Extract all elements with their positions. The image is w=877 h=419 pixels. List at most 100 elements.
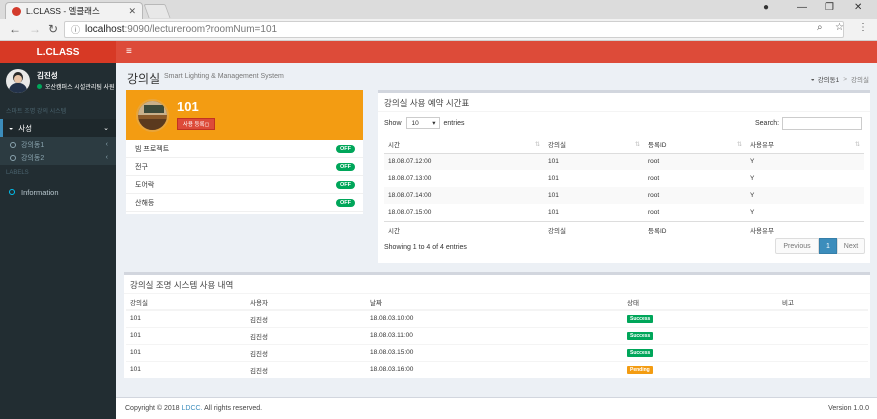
table-cell: root xyxy=(648,175,660,182)
device-row: 산해등 OFF xyxy=(126,194,363,212)
column-header[interactable]: 강의실 ⇅ xyxy=(544,136,644,154)
table-cell: 101 xyxy=(126,360,246,378)
copyright-text: Copyright © 2018 xyxy=(125,405,180,412)
device-row: 빔 프로젝트 OFF xyxy=(126,140,363,158)
table-cell: 18.08.03.15:00 xyxy=(366,343,623,361)
schedule-title: 강의실 사용 예약 시간표 xyxy=(384,98,470,108)
chevron-down-icon: ▾ xyxy=(432,120,436,127)
table-cell: 18.08.03.16:00 xyxy=(366,360,623,378)
device-toggle[interactable]: OFF xyxy=(336,144,355,153)
footer-cell: 등록ID xyxy=(644,220,746,238)
bookmark-star-icon[interactable]: ☆ xyxy=(835,22,844,33)
column-header: 강의실 xyxy=(126,295,246,311)
table-row: 18.08.07.12:00 101 root Y xyxy=(384,153,864,170)
room-number: 101 xyxy=(177,99,199,114)
device-row: 도어락 OFF xyxy=(126,176,363,194)
close-tab-icon[interactable]: ✕ xyxy=(128,6,136,17)
table-cell: 김진성 xyxy=(246,360,366,378)
company-link[interactable]: LDCC. xyxy=(182,405,203,412)
table-header-row: 강의실 사용자 날짜 상태 비고 xyxy=(126,295,868,311)
table-cell: 101 xyxy=(126,326,246,344)
table-row: 101 김진성 18.08.03.16:00 Pending xyxy=(126,360,868,378)
user-name: 김진성 xyxy=(37,71,58,80)
close-window-icon[interactable]: ✕ xyxy=(854,2,862,13)
table-cell: 18.08.07.12:00 xyxy=(388,158,432,166)
room-widget: 101 사용 등록◻ 빔 프로젝트 OFF 전구 OFF 도어락 OFF 산해등… xyxy=(126,90,363,214)
zoom-icon[interactable]: ⌕ xyxy=(817,22,823,33)
online-status-icon xyxy=(37,84,42,89)
table-header-row: 시간 ⇅ 강의실 ⇅ 등록ID ⇅ 사용유무 ⇅ xyxy=(384,136,864,154)
table-cell: root xyxy=(648,192,660,199)
book-room-button[interactable]: 사용 등록◻ xyxy=(177,118,215,130)
page-footer: Copyright © 2018 LDCC. All rights reserv… xyxy=(116,397,877,419)
back-icon[interactable]: ← xyxy=(9,22,21,36)
breadcrumb-separator: > xyxy=(843,75,848,83)
url-input[interactable]: ⓘ localhost :9090/lectureroom?roomNum=10… xyxy=(64,21,844,38)
device-toggle[interactable]: OFF xyxy=(336,180,355,189)
browser-tab-strip: L.CLASS - 엘클래스 ✕ ● — ❐ ✕ xyxy=(0,0,877,19)
logo[interactable]: L.CLASS xyxy=(0,41,116,63)
history-box: 강의실 조명 시스템 사용 내역 강의실 사용자 날짜 상태 비고 101 김진… xyxy=(124,272,870,378)
search-control: Search: xyxy=(755,117,863,130)
sidebar-subitem[interactable]: 강의동2 ‹ xyxy=(0,151,116,164)
menu-kebab-icon[interactable]: ⋮ xyxy=(858,22,868,33)
column-header: 사용자 xyxy=(246,295,366,311)
dashboard-icon: ◒ xyxy=(9,124,14,132)
table-cell xyxy=(778,326,868,344)
search-label: Search: xyxy=(755,120,780,127)
table-cell: Y xyxy=(750,175,755,182)
table-cell: Success xyxy=(623,309,778,327)
column-header[interactable]: 사용유무 ⇅ xyxy=(746,136,864,154)
table-cell xyxy=(778,343,868,361)
device-row: 전구 OFF xyxy=(126,158,363,176)
chevron-down-icon: ⌄ xyxy=(103,125,109,132)
device-toggle[interactable]: OFF xyxy=(336,198,355,207)
page-subtitle: Smart Lighting & Management System xyxy=(164,73,284,80)
minimize-icon[interactable]: — xyxy=(797,2,807,13)
history-title: 강의실 조명 시스템 사용 내역 xyxy=(130,280,234,290)
table-cell: Y xyxy=(750,208,755,216)
table-cell: 김진성 xyxy=(246,309,366,327)
circle-icon xyxy=(9,189,15,195)
circle-icon xyxy=(10,154,16,161)
favicon-icon xyxy=(12,6,21,16)
page-title: 강의실 xyxy=(127,72,161,86)
previous-page-button[interactable]: Previous xyxy=(775,238,819,254)
footer-cell: 강의실 xyxy=(544,220,644,238)
schedule-box: 강의실 사용 예약 시간표 Show 10 ▾ entries Search: … xyxy=(378,90,870,263)
sidebar-item-active[interactable]: ◒ 사성 ⌄ xyxy=(0,119,116,137)
sidebar-subitem-label: 강의동2 xyxy=(21,154,45,162)
table-cell: Success xyxy=(623,343,778,361)
table-cell: 101 xyxy=(548,192,559,199)
sidebar-toggle-icon[interactable]: ≡ xyxy=(126,46,132,57)
version: Version 1.0.0 xyxy=(828,405,869,412)
user-role: 오산캠퍼스 시설관리팀 사원 xyxy=(37,82,115,91)
reload-icon[interactable]: ↻ xyxy=(48,22,58,36)
info-icon: ⓘ xyxy=(71,25,81,35)
restore-icon[interactable]: ❐ xyxy=(825,2,834,13)
table-cell: root xyxy=(648,158,660,166)
table-cell: root xyxy=(648,208,660,216)
search-input[interactable] xyxy=(782,117,863,130)
forward-icon[interactable]: → xyxy=(29,22,41,36)
table-cell: 101 xyxy=(126,343,246,361)
browser-tab[interactable]: L.CLASS - 엘클래스 ✕ xyxy=(5,2,143,19)
user-role-text: 오산캠퍼스 시설관리팀 사원 xyxy=(45,85,115,91)
sidebar-item-information[interactable]: Information xyxy=(0,184,116,200)
page-button[interactable]: 1 xyxy=(819,238,837,254)
column-header[interactable]: 시간 ⇅ xyxy=(384,136,544,154)
entries-select[interactable]: 10 ▾ xyxy=(405,117,440,129)
device-toggle[interactable]: OFF xyxy=(336,162,355,171)
history-table: 강의실 사용자 날짜 상태 비고 101 김진성 18.08.03.10:00 … xyxy=(126,295,868,378)
new-tab-button[interactable] xyxy=(143,4,171,18)
table-cell: 101 xyxy=(548,208,559,216)
breadcrumb-item[interactable]: 강의동1 xyxy=(818,74,840,84)
column-header[interactable]: 등록ID ⇅ xyxy=(644,136,746,154)
sidebar-subitem[interactable]: 강의동1 ‹ xyxy=(0,138,116,151)
table-cell: Success xyxy=(623,326,778,344)
table-row: 101 김진성 18.08.03.11:00 Success xyxy=(126,326,868,344)
profile-icon[interactable]: ● xyxy=(763,2,769,13)
next-page-button[interactable]: Next xyxy=(837,238,865,254)
status-badge: Success xyxy=(627,349,654,357)
device-name: 도어락 xyxy=(135,181,155,189)
